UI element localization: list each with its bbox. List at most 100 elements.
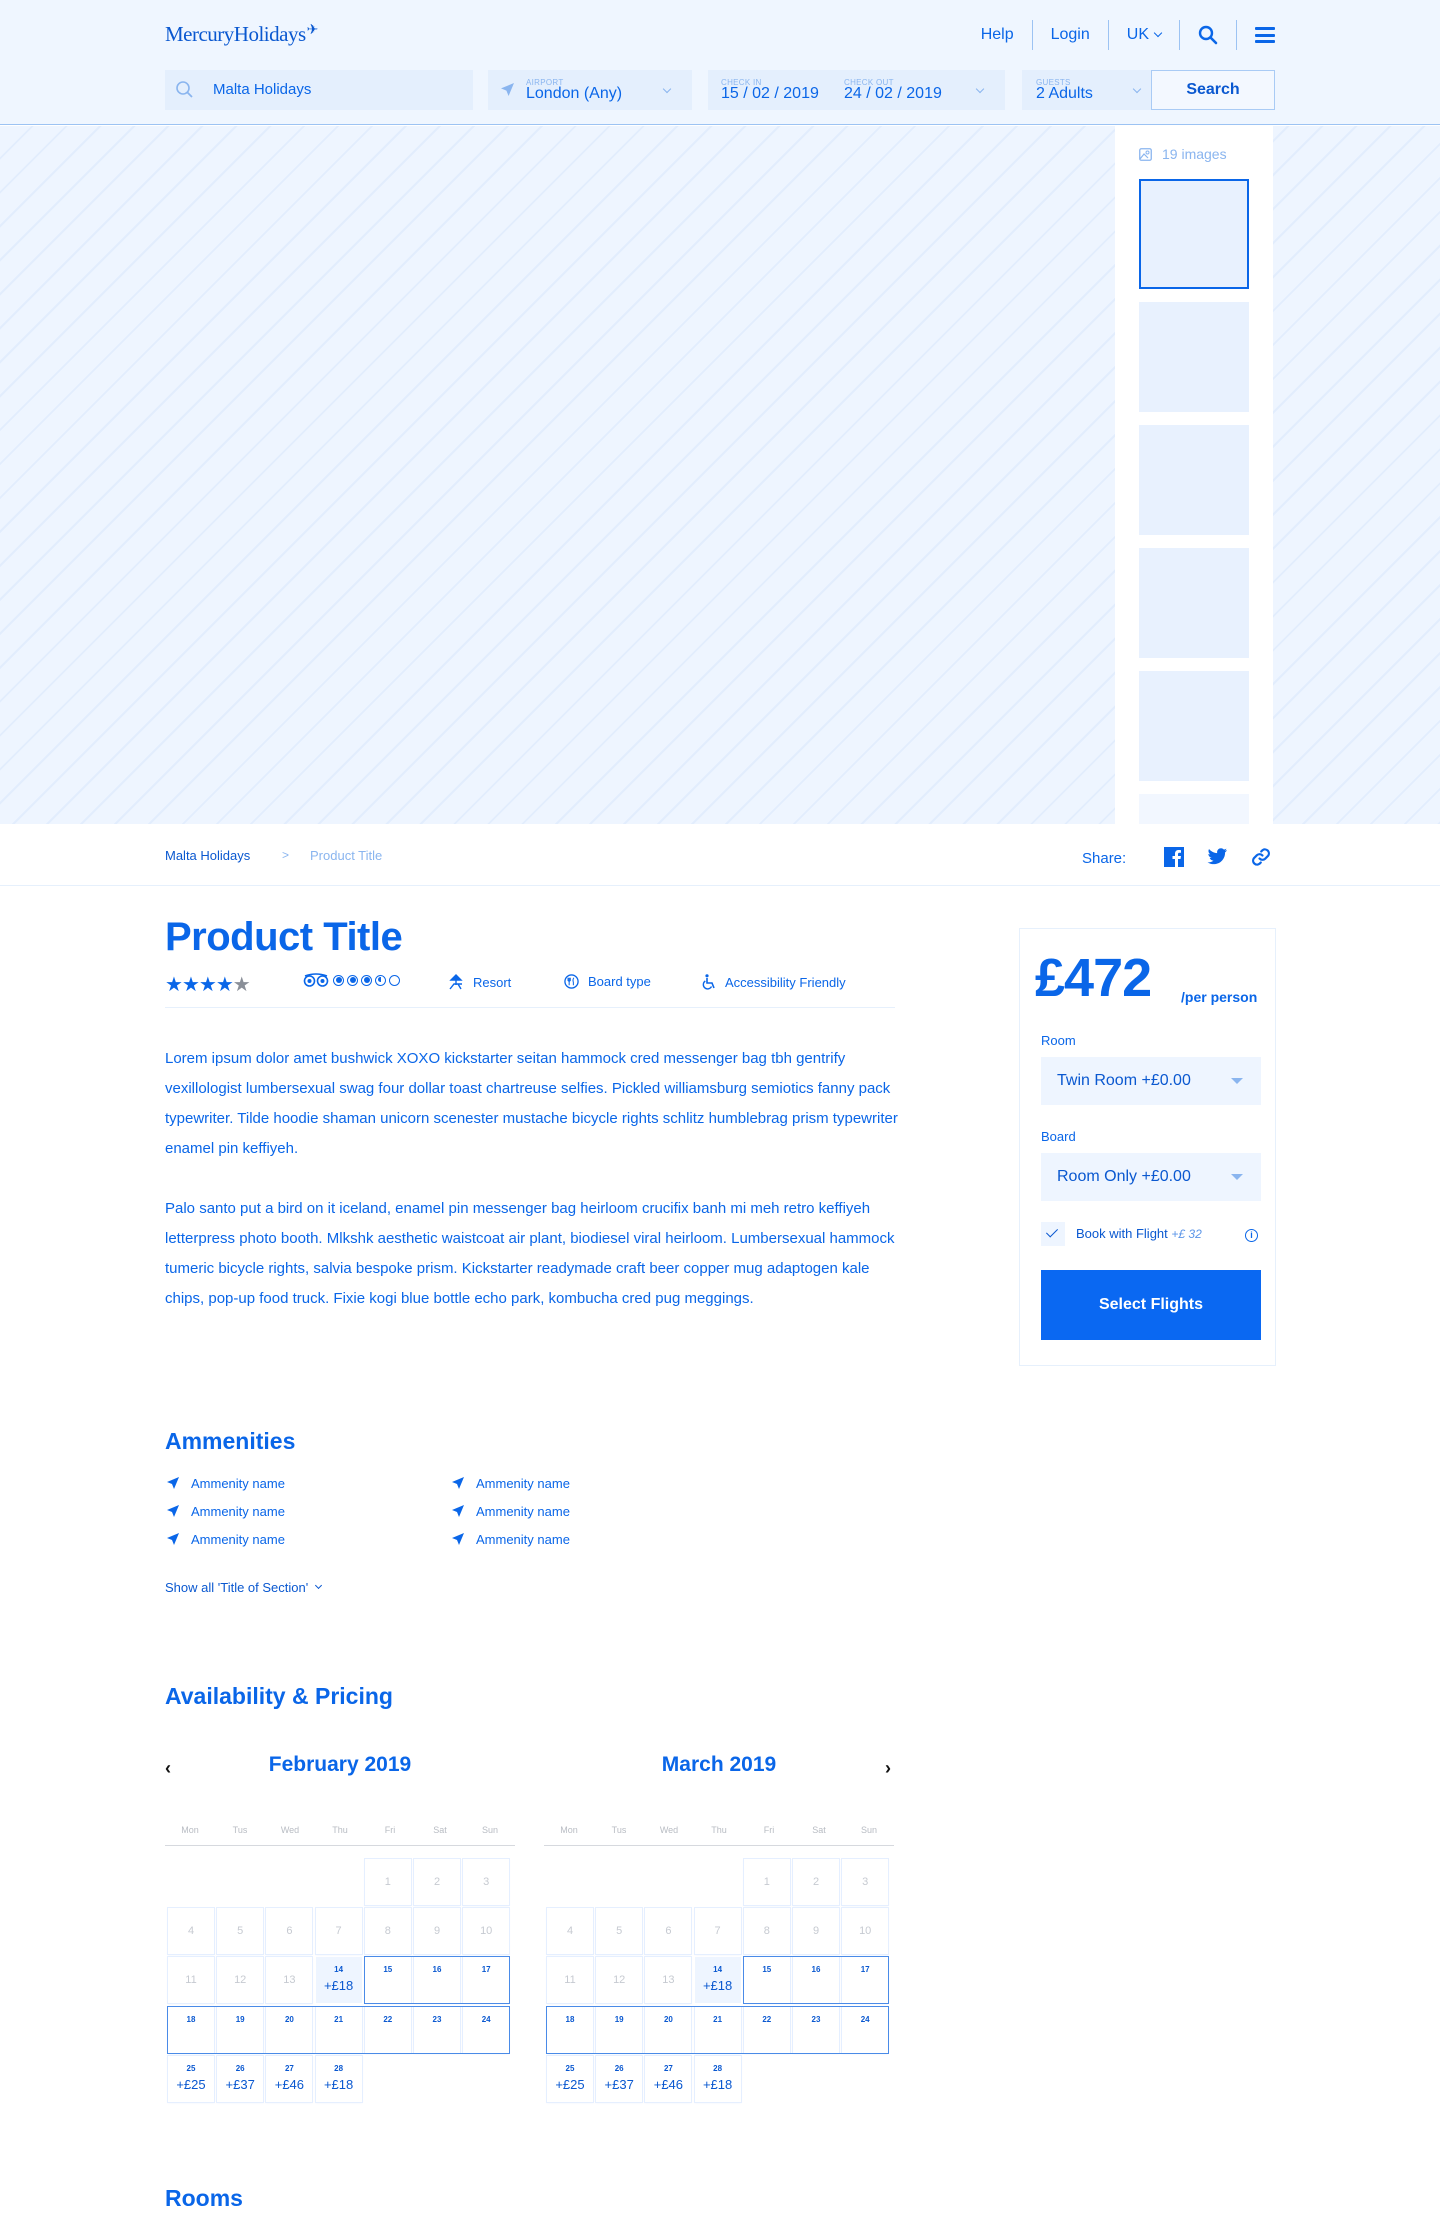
calendar-day[interactable]: 21 (315, 2006, 362, 2053)
day-price: +£25 (176, 2076, 206, 2092)
board-select-value: Room Only +£0.00 (1057, 1168, 1191, 1185)
weekday-label: Tus (232, 1825, 248, 1835)
tag-resort: Resort (448, 974, 511, 990)
calendar-day[interactable]: 15 (743, 1957, 790, 2004)
calendar-day[interactable]: 14 +£18 (315, 1957, 362, 2004)
guests-select[interactable]: GUESTS 2 Adults (1022, 70, 1170, 110)
thumbnail-strip[interactable]: 19 images (1115, 126, 1273, 824)
locale-selector[interactable]: UK (1109, 20, 1180, 50)
calendar-day[interactable]: 25 +£25 (547, 2055, 593, 2102)
plane-icon: ✈ (306, 23, 319, 38)
month-title: March 2019 (661, 1753, 777, 1776)
thumbnail[interactable] (1139, 671, 1249, 781)
day-number: 2 (433, 1876, 441, 1888)
calendar-day[interactable]: 19 (596, 2006, 643, 2053)
menu-button[interactable] (1237, 20, 1275, 50)
tag-label: Accessibility Friendly (725, 974, 846, 990)
calendar-day[interactable]: 23 (414, 2006, 460, 2053)
day-number: 4 (566, 1925, 574, 1938)
calendar-day[interactable]: 25 +£25 (168, 2055, 214, 2102)
airport-select[interactable]: AIRPORT London (Any) (488, 70, 692, 110)
plane-icon (452, 1477, 464, 1489)
thumbnail[interactable] (1139, 548, 1249, 658)
amenity-item: Ammenity name (167, 1530, 452, 1548)
thumbnail[interactable] (1139, 425, 1249, 535)
day-number: 19 (235, 2014, 245, 2024)
calendar-day[interactable]: 16 (793, 1957, 839, 2004)
book-with-flight-checkbox[interactable] (1041, 1222, 1065, 1246)
day-number: 26 (614, 2063, 624, 2073)
calendar-day[interactable]: 27 +£46 (266, 2055, 313, 2102)
day-number: 18 (186, 2014, 196, 2024)
day-number: 8 (763, 1925, 770, 1938)
help-link[interactable]: Help (963, 20, 1033, 50)
calendar-day[interactable]: 24 (842, 2006, 889, 2053)
day-number: 3 (483, 1876, 490, 1888)
calendar-day[interactable]: 17 (463, 1957, 510, 2004)
calendar-day[interactable]: 28 +£18 (694, 2055, 741, 2102)
search-submit-button[interactable]: Search (1151, 70, 1275, 110)
search-button[interactable] (1180, 20, 1237, 50)
amenity-item: Ammenity name (167, 1502, 452, 1520)
calendar-day: 6 (266, 1908, 313, 1955)
calendar-day: 9 (793, 1908, 839, 1955)
tripadvisor-rating[interactable] (302, 973, 400, 987)
calendar-day: 3 (463, 1859, 510, 1905)
airport-value: London (Any) (526, 85, 623, 102)
calendar-day[interactable]: 26 +£37 (596, 2055, 643, 2102)
select-flights-button[interactable]: Select Flights (1041, 1270, 1261, 1340)
calendar-day: 12 (596, 1957, 643, 2004)
calendar-day[interactable]: 18 (547, 2006, 593, 2053)
calendar-day[interactable]: 26 +£37 (217, 2055, 264, 2102)
chevron-down-icon (1153, 28, 1163, 38)
day-price: +£37 (225, 2076, 255, 2092)
calendar-day[interactable]: 28 +£18 (315, 2055, 362, 2102)
calendar-day[interactable]: 27 +£46 (645, 2055, 692, 2102)
top-navigation: Help Login UK (963, 20, 1275, 50)
show-all-amenities-link[interactable]: Show all 'Title of Section' (165, 1580, 323, 1595)
calendar-day[interactable]: 22 (743, 2006, 790, 2053)
calendar-day[interactable]: 14 +£18 (694, 1957, 741, 2004)
weekday-header: Mon Tus Wed Thu Fri Sat Sun (544, 1825, 894, 1846)
calendar-day[interactable]: 22 (364, 2006, 411, 2053)
image-count-label: 19 images (1162, 146, 1227, 162)
chevron-down-icon (1132, 84, 1142, 94)
day-number: 22 (383, 2014, 393, 2024)
calendar-day: 6 (645, 1908, 692, 1955)
twitter-icon[interactable] (1206, 846, 1228, 868)
day-price: +£46 (274, 2076, 305, 2092)
day-price: +£18 (702, 2076, 733, 2092)
calendar-day[interactable]: 17 (842, 1957, 889, 2004)
room-select[interactable]: Twin Room +£0.00 (1041, 1057, 1261, 1105)
calendar-day[interactable]: 19 (217, 2006, 264, 2053)
logo[interactable]: MercuryHolidays✈ (165, 22, 318, 47)
day-number: 27 (663, 2063, 673, 2073)
link-icon[interactable] (1250, 846, 1272, 868)
calendar-day[interactable]: 21 (694, 2006, 741, 2053)
day-number: 1 (384, 1876, 391, 1888)
day-number: 25 (186, 2063, 196, 2073)
thumbnail[interactable] (1139, 179, 1249, 289)
login-link[interactable]: Login (1033, 20, 1109, 50)
calendar-day[interactable]: 18 (168, 2006, 214, 2053)
date-range-picker[interactable]: CHECK IN 15 / 02 / 2019 CHECK OUT 24 / 0… (708, 70, 1005, 110)
amenity-name: Ammenity name (476, 1531, 570, 1547)
breadcrumb-link[interactable]: Malta Holidays (165, 848, 250, 863)
destination-input[interactable]: Malta Holidays (165, 70, 473, 110)
day-number: 11 (564, 1974, 576, 1987)
board-select[interactable]: Room Only +£0.00 (1041, 1153, 1261, 1201)
calendar-day[interactable]: 23 (793, 2006, 839, 2053)
info-icon[interactable]: i (1245, 1229, 1258, 1242)
calendar-day[interactable]: 16 (414, 1957, 460, 2004)
calendar-day[interactable]: 24 (463, 2006, 510, 2053)
thumbnail[interactable] (1139, 302, 1249, 412)
day-number: 3 (862, 1876, 869, 1888)
plane-icon (452, 1533, 464, 1545)
site-header: MercuryHolidays✈ Help Login UK Malta Hol… (0, 0, 1440, 125)
calendar-day[interactable]: 15 (364, 1957, 411, 2004)
calendar-day[interactable]: 20 (266, 2006, 313, 2053)
calendar-day[interactable]: 20 (645, 2006, 692, 2053)
thumbnail[interactable] (1139, 794, 1249, 824)
room-label: Room (1041, 1033, 1076, 1048)
facebook-icon[interactable] (1163, 846, 1185, 868)
